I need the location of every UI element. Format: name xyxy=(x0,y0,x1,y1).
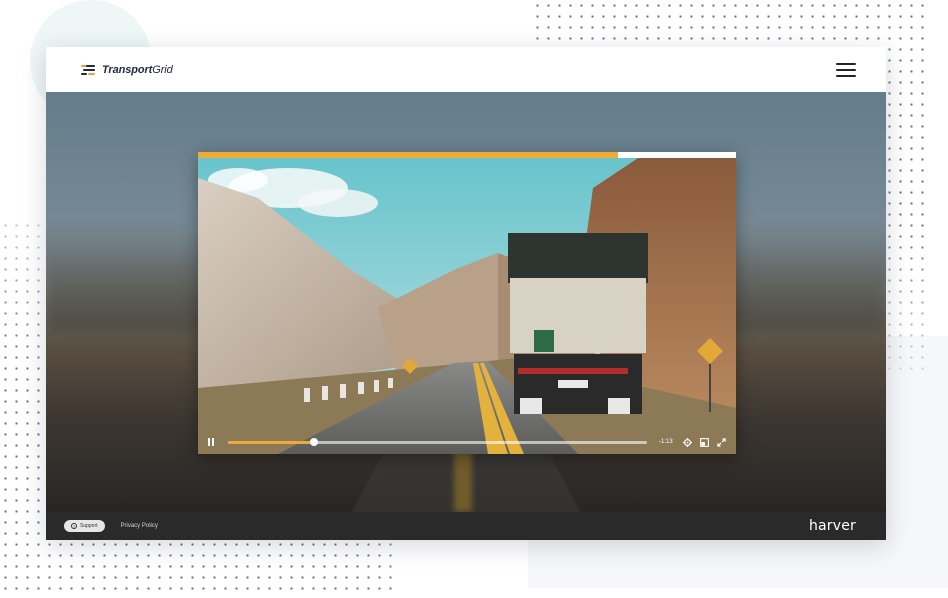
seek-bar-progress xyxy=(228,440,314,444)
privacy-policy-link[interactable]: Privacy Policy xyxy=(121,523,158,529)
fullscreen-icon[interactable] xyxy=(717,437,726,447)
seek-handle[interactable] xyxy=(309,437,318,446)
hamburger-icon xyxy=(836,62,856,65)
support-label: Support xyxy=(80,523,98,529)
browser-window: TransportGrid -1:13 ? Support Privacy Po… xyxy=(46,47,886,540)
site-header: TransportGrid xyxy=(46,47,886,92)
help-icon: ? xyxy=(71,523,77,529)
time-remaining: -1:13 xyxy=(659,439,673,445)
video-controls: -1:13 xyxy=(198,430,736,454)
settings-icon[interactable] xyxy=(683,437,692,447)
transportgrid-logo-icon xyxy=(81,62,97,78)
site-footer: ? Support Privacy Policy harver xyxy=(46,512,886,540)
video-frame[interactable] xyxy=(198,158,736,454)
brand-logo[interactable]: TransportGrid xyxy=(81,62,173,78)
harver-logo: harver xyxy=(808,518,856,534)
support-button[interactable]: ? Support xyxy=(64,520,105,532)
hamburger-menu-button[interactable] xyxy=(836,62,856,77)
seek-bar[interactable] xyxy=(228,437,647,446)
video-player[interactable]: -1:13 xyxy=(198,152,736,454)
pause-icon[interactable] xyxy=(208,438,216,446)
hero-background: -1:13 xyxy=(46,92,886,512)
brand-name: TransportGrid xyxy=(102,63,173,76)
pip-icon[interactable] xyxy=(700,437,709,447)
